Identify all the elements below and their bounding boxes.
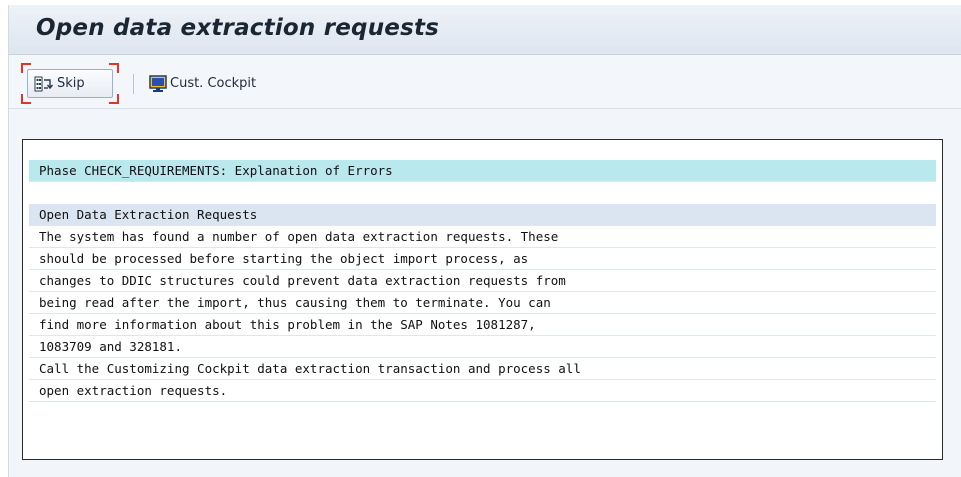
- text-line: 1083709 and 328181.: [29, 336, 936, 358]
- skip-icon: [34, 76, 54, 92]
- text-line: being read after the import, thus causin…: [29, 292, 936, 314]
- skip-button[interactable]: Skip: [21, 63, 119, 104]
- skip-button-label: Skip: [57, 76, 85, 91]
- focus-indicator: [109, 63, 119, 73]
- explanation-panel: Phase CHECK_REQUIREMENTS: Explanation of…: [22, 139, 943, 460]
- phase-header: Phase CHECK_REQUIREMENTS: Explanation of…: [29, 160, 936, 182]
- cust-cockpit-button[interactable]: Cust. Cockpit: [149, 69, 256, 98]
- text-line: Call the Customizing Cockpit data extrac…: [29, 358, 936, 380]
- section-title: Open Data Extraction Requests: [29, 204, 936, 226]
- title-bar: Open data extraction requests: [9, 5, 961, 55]
- cockpit-monitor-icon: [149, 74, 167, 93]
- text-line: changes to DDIC structures could prevent…: [29, 270, 936, 292]
- text-line: find more information about this problem…: [29, 314, 936, 336]
- toolbar-separator: [133, 74, 134, 94]
- focus-indicator: [21, 63, 31, 73]
- focus-indicator: [21, 94, 31, 104]
- app-window: Open data extraction requests Skip Cust.…: [8, 5, 961, 477]
- text-line: open extraction requests.: [29, 380, 936, 402]
- text-line: The system has found a number of open da…: [29, 226, 936, 248]
- text-line: should be processed before starting the …: [29, 248, 936, 270]
- application-toolbar: Skip Cust. Cockpit: [9, 55, 961, 109]
- cust-cockpit-button-label: Cust. Cockpit: [170, 76, 257, 91]
- focus-indicator: [109, 94, 119, 104]
- page-title: Open data extraction requests: [36, 15, 440, 41]
